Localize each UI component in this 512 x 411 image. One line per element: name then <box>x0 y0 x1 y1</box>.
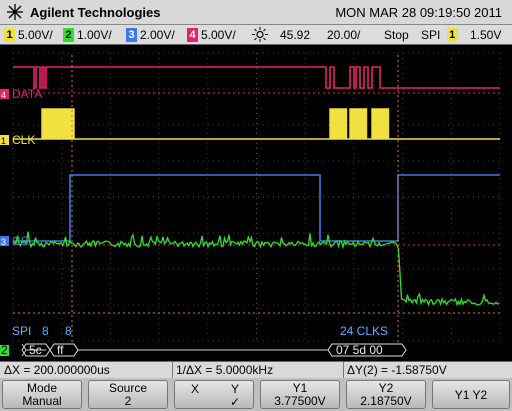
x-label: X <box>191 382 200 396</box>
y1-softkey[interactable]: Y1 3.77500V <box>260 380 340 409</box>
ch4-scale-value: 5.00V/ <box>201 28 236 42</box>
ch2-number: 2 <box>63 28 74 42</box>
brand-name: Agilent Technologies <box>30 5 161 20</box>
trigger-channel: 1 <box>446 28 458 42</box>
starburst-logo <box>7 4 23 20</box>
ch4-scale[interactable]: 4 5.00V/ <box>187 28 236 42</box>
y1-value: 3.77500V <box>274 394 326 408</box>
ch3-scale[interactable]: 3 2.00V/ <box>126 28 175 42</box>
trigger-source[interactable]: SPI 1 <box>421 28 461 42</box>
datetime-display: MON MAR 28 09:19:50 2011 <box>335 5 502 20</box>
data-label: DATA <box>12 87 42 101</box>
xy-softkey[interactable]: X Y ✓ <box>174 380 254 409</box>
y2-softkey[interactable]: Y2 2.18750V <box>346 380 426 409</box>
y1y2-softkey[interactable]: Y1 Y2 <box>432 380 510 409</box>
waveform-graticule: 4 DATA 1 CLK 3 CS SPI 8 8 24 CLKS 2 5c f… <box>0 52 501 357</box>
softkey-bar: Mode Manual Source 2 X Y ✓ Y1 3.77500V Y… <box>0 378 512 411</box>
clk-label: CLK <box>12 133 35 147</box>
ch2-scale-value: 1.00V/ <box>77 28 112 42</box>
cursor-readout-bar: ΔX = 200.000000us 1/ΔX = 5.0000kHz ΔY(2)… <box>0 361 512 379</box>
cs-label: CS <box>12 234 29 248</box>
y2-value: 2.18750V <box>360 394 412 408</box>
channel-status-bar: 1 5.00V/ 2 1.00V/ 3 2.00V/ 4 5.00V/ 45.92 20… <box>0 25 512 45</box>
source-value: 2 <box>124 394 132 408</box>
ch2-scale[interactable]: 2 1.00V/ <box>63 28 112 42</box>
y-selected-check-icon: ✓ <box>230 395 241 409</box>
ch3-scale-value: 2.00V/ <box>140 28 175 42</box>
waveform-display[interactable]: 4 DATA 1 CLK 3 CS SPI 8 8 24 CLKS 2 5c f… <box>0 45 512 361</box>
ch3-number: 3 <box>126 28 137 42</box>
timebase-readout[interactable]: 20.00/ <box>327 28 360 42</box>
y1y2-label: Y1 Y2 <box>454 388 488 402</box>
decode-word-b: 8 <box>65 324 72 338</box>
bus-byte1: 5c <box>29 343 42 357</box>
readout-divider <box>343 362 344 379</box>
decode-protocol-label: SPI <box>12 324 31 338</box>
delay-readout[interactable]: 45.92 <box>280 28 310 42</box>
clk-ch-number: 1 <box>1 136 6 146</box>
delta-y-readout: ΔY(2) = -1.58750V <box>347 363 447 377</box>
inverse-delta-x-readout: 1/ΔX = 5.0000kHz <box>176 363 274 377</box>
readout-divider <box>172 362 173 379</box>
mode-softkey[interactable]: Mode Manual <box>2 380 82 409</box>
ch1-scale-value: 5.00V/ <box>18 28 53 42</box>
ch4-number: 4 <box>187 28 198 42</box>
decode-clock-count: 24 CLKS <box>340 324 388 338</box>
graticule-grid <box>12 52 501 342</box>
data-ch-number: 4 <box>1 90 6 100</box>
ch1-number: 1 <box>4 28 15 42</box>
source-softkey[interactable]: Source 2 <box>88 380 168 409</box>
run-state[interactable]: Stop <box>384 28 409 42</box>
delta-x-readout: ΔX = 200.000000us <box>4 363 110 377</box>
data-trace <box>13 66 500 89</box>
bus-byte2: ff <box>57 343 64 357</box>
ch1-scale[interactable]: 1 5.00V/ <box>4 28 53 42</box>
brand-bar: Agilent Technologies MON MAR 28 09:19:50… <box>0 0 512 25</box>
trigger-sun-icon <box>252 27 268 42</box>
trigger-level[interactable]: 1.50V <box>470 28 501 42</box>
cs-ch-number: 3 <box>1 237 6 247</box>
bus-number: 2 <box>1 343 8 357</box>
bus-packet: 07 5d 00 <box>336 343 383 357</box>
mode-value: Manual <box>22 394 62 408</box>
trigger-source-type: SPI <box>421 28 441 42</box>
decode-word-a: 8 <box>42 324 49 338</box>
bus-byte2-box <box>49 343 79 357</box>
